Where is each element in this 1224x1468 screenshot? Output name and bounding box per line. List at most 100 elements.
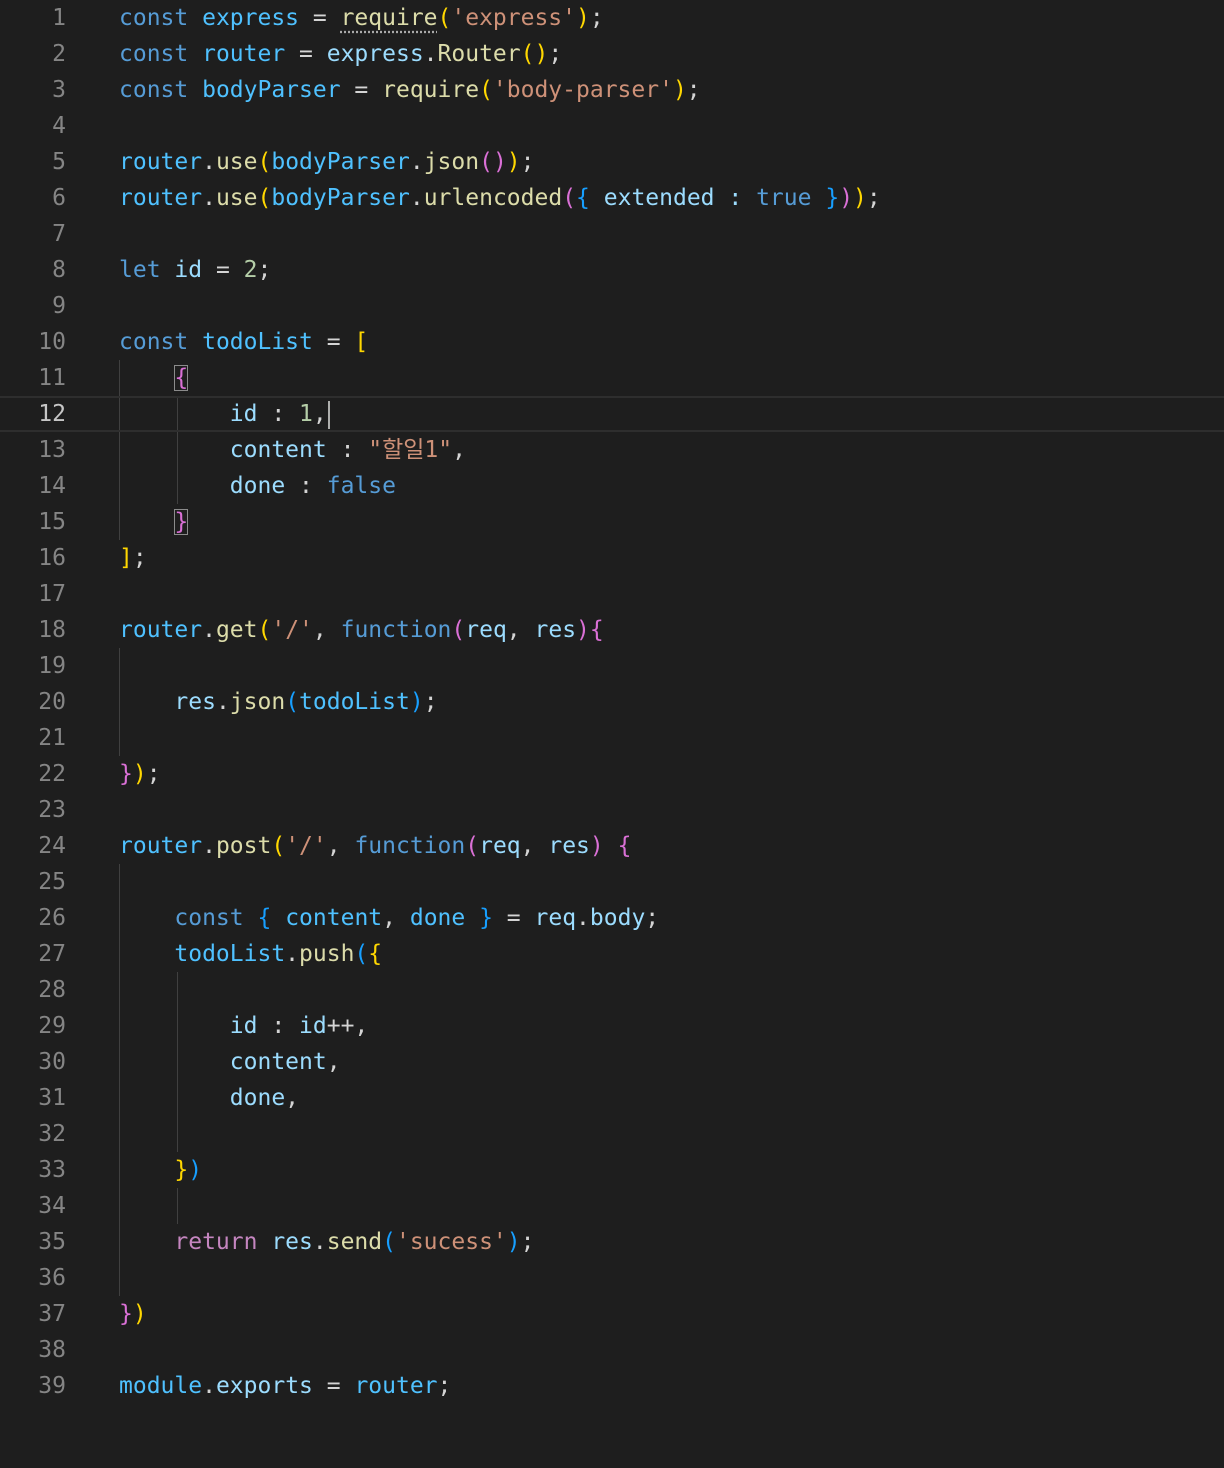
code-line[interactable]: 34	[0, 1188, 1224, 1224]
line-number: 25	[38, 869, 66, 895]
code-line[interactable]: 13 content : "할일1",	[0, 432, 1224, 468]
code-line[interactable]: 15 }	[0, 504, 1224, 540]
code-line[interactable]: 11 {	[0, 360, 1224, 396]
code-token: require	[382, 77, 480, 103]
code-line[interactable]: 18 router.get('/', function(req, res){	[0, 612, 1224, 648]
code-line[interactable]: 17	[0, 576, 1224, 612]
code-line[interactable]: 1 const express = require('express');	[0, 0, 1224, 36]
code-token: return	[174, 1229, 272, 1255]
code-token: ;	[257, 257, 272, 283]
code-line[interactable]: 26 const { content, done } = req.body;	[0, 900, 1224, 936]
code-token: ++,	[326, 1013, 369, 1039]
code-line[interactable]: 33 })	[0, 1152, 1224, 1188]
code-token: module	[119, 1373, 203, 1399]
code-line[interactable]: 12 id : 1,	[0, 396, 1224, 432]
code-token: req	[479, 833, 521, 859]
code-line[interactable]: 25	[0, 864, 1224, 900]
code-token: (	[382, 1229, 396, 1255]
code-editor[interactable]: 1 const express = require('express'); 2 con…	[0, 0, 1224, 1468]
code-token: ,	[285, 1085, 300, 1111]
code-token: .	[409, 185, 424, 211]
code-token: function	[354, 833, 466, 859]
code-line[interactable]: 37})	[0, 1296, 1224, 1332]
code-token: :	[257, 401, 300, 427]
code-line[interactable]: 19	[0, 648, 1224, 684]
code-token: =	[299, 5, 341, 31]
code-line[interactable]: 23	[0, 792, 1224, 828]
code-token: ()	[479, 149, 507, 175]
code-text: done,	[119, 1080, 299, 1116]
code-line[interactable]: 39 module.exports = router;	[0, 1368, 1224, 1404]
code-line[interactable]: 32	[0, 1116, 1224, 1152]
code-line[interactable]: 35 return res.send('sucess');	[0, 1224, 1224, 1260]
code-token: )	[132, 761, 147, 787]
line-number: 2	[52, 41, 66, 67]
code-line[interactable]: 10 const todoList = [	[0, 324, 1224, 360]
code-token: {	[589, 617, 604, 643]
line-number: 5	[52, 149, 66, 175]
code-token: (	[479, 77, 493, 103]
code-token: const	[119, 77, 203, 103]
code-token: router	[119, 617, 203, 643]
code-token: )	[853, 185, 867, 211]
code-token: (	[354, 941, 369, 967]
code-text: const { content, done } = req.body;	[119, 900, 659, 936]
code-token: ;	[686, 77, 701, 103]
code-token: )	[576, 5, 590, 31]
code-token: ;	[520, 1229, 535, 1255]
line-number: 17	[38, 581, 66, 607]
code-line[interactable]: 28	[0, 972, 1224, 1008]
code-line[interactable]: 38	[0, 1332, 1224, 1368]
code-line[interactable]: 5 router.use(bodyParser.json());	[0, 144, 1224, 180]
code-token: :	[257, 1013, 300, 1039]
code-line[interactable]: 27 todoList.push({	[0, 936, 1224, 972]
code-token: ,	[326, 1049, 341, 1075]
line-number: 16	[38, 545, 66, 571]
code-line[interactable]: 36	[0, 1260, 1224, 1296]
code-token: }	[174, 509, 189, 535]
code-token: let	[119, 257, 175, 283]
code-token: push	[299, 941, 355, 967]
code-token: id	[174, 257, 203, 283]
code-token: :	[326, 437, 369, 463]
code-line[interactable]: 14 done : false	[0, 468, 1224, 504]
code-token: require	[340, 5, 438, 31]
code-text: const bodyParser = require('body-parser'…	[119, 72, 701, 108]
code-line[interactable]: 30 content,	[0, 1044, 1224, 1080]
code-token: (	[285, 689, 300, 715]
line-number: 10	[38, 329, 66, 355]
code-text: content : "할일1",	[119, 432, 466, 468]
line-number: 20	[38, 689, 66, 715]
code-token: ,	[382, 905, 410, 931]
code-line[interactable]: 4	[0, 108, 1224, 144]
code-token: 2	[243, 257, 258, 283]
code-line[interactable]: 16];	[0, 540, 1224, 576]
code-token: express	[326, 41, 424, 67]
code-line[interactable]: 6 router.use(bodyParser.urlencoded({ exte…	[0, 180, 1224, 216]
code-line[interactable]: 3 const bodyParser = require('body-parser…	[0, 72, 1224, 108]
code-line[interactable]: 22});	[0, 756, 1224, 792]
code-line[interactable]: 29 id : id++,	[0, 1008, 1224, 1044]
code-token: =	[492, 905, 535, 931]
code-line[interactable]: 2 const router = express.Router();	[0, 36, 1224, 72]
code-token: {	[617, 833, 632, 859]
code-line[interactable]: 7	[0, 216, 1224, 252]
code-line[interactable]: 8 let id = 2;	[0, 252, 1224, 288]
line-number: 7	[52, 221, 66, 247]
code-token: {	[257, 905, 272, 931]
code-line[interactable]: 20 res.json(todoList);	[0, 684, 1224, 720]
code-token: ;	[132, 545, 147, 571]
code-token: (	[437, 5, 452, 31]
code-token: express	[202, 5, 300, 31]
code-token: id	[229, 401, 258, 427]
code-line[interactable]: 24 router.post('/', function(req, res) {	[0, 828, 1224, 864]
code-line[interactable]: 31 done,	[0, 1080, 1224, 1116]
code-line[interactable]: 9	[0, 288, 1224, 324]
code-token: }	[479, 905, 493, 931]
code-token: ,	[520, 833, 549, 859]
code-text: router.get('/', function(req, res){	[119, 612, 604, 648]
code-line[interactable]: 21	[0, 720, 1224, 756]
